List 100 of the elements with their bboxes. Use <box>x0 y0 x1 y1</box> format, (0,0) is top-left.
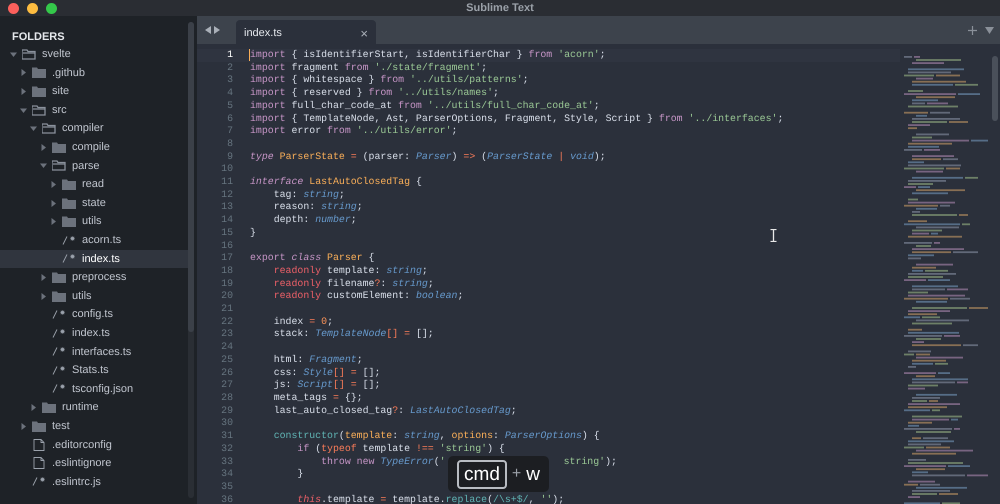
expanded-arrow-icon[interactable] <box>30 125 36 132</box>
sidebar-item[interactable]: acorn.ts <box>0 230 188 250</box>
back-icon[interactable] <box>205 26 211 34</box>
folder-name: test <box>52 418 70 434</box>
sidebar-item[interactable]: svelte <box>0 45 188 64</box>
folder-icon <box>32 67 46 78</box>
collapsed-arrow-icon[interactable] <box>40 144 46 151</box>
collapsed-arrow-icon[interactable] <box>30 404 36 412</box>
code-line: import fragment from './state/fragment'; <box>250 62 488 74</box>
folder-name: site <box>52 84 70 100</box>
sidebar-item[interactable]: config.ts <box>0 305 188 324</box>
line-number: 23 <box>220 328 233 342</box>
line-number: 34 <box>220 468 233 481</box>
sidebar-item[interactable]: .github <box>0 64 188 82</box>
line-number: 9 <box>226 150 233 164</box>
line-number: 24 <box>220 341 233 354</box>
sidebar-item[interactable]: interfaces.ts <box>0 342 188 362</box>
sidebar-item[interactable]: utils <box>0 286 188 306</box>
code-line: reason: string; <box>272 201 363 214</box>
file-name: .eslintignore <box>52 456 112 472</box>
line-number: 12 <box>220 188 233 202</box>
maximize-window-button[interactable] <box>46 2 57 14</box>
sidebar-item[interactable]: preprocess <box>0 268 188 287</box>
line-number: 27 <box>220 379 233 392</box>
folder-name: compiler <box>62 121 104 136</box>
file-name: interfaces.ts <box>72 344 132 360</box>
line-number: 17 <box>220 252 233 265</box>
code-line: stack: TemplateNode[] = []; <box>272 328 434 342</box>
sidebar-item[interactable]: compiler <box>0 119 188 138</box>
key-label: w <box>526 464 540 484</box>
line-number: 15 <box>220 226 233 240</box>
expanded-arrow-icon[interactable] <box>40 162 46 170</box>
code-file-icon <box>52 328 66 338</box>
file-name: .eslintrc.js <box>52 474 101 490</box>
sidebar-item[interactable]: index.ts <box>0 324 188 342</box>
file-name: acorn.ts <box>82 232 122 248</box>
tab-label: index.ts <box>244 26 282 41</box>
file-name: config.ts <box>72 307 113 322</box>
sidebar-item[interactable]: .editorconfig <box>0 435 188 454</box>
plus-sign: + <box>512 464 522 484</box>
folder-name: .github <box>52 66 86 81</box>
sidebar-item[interactable]: Stats.ts <box>0 361 188 380</box>
code-file-icon <box>52 384 66 394</box>
sidebar-item[interactable]: state <box>0 194 188 212</box>
forward-icon[interactable] <box>214 26 220 34</box>
folder-name: parse <box>72 158 100 174</box>
file-name: .editorconfig <box>52 438 112 453</box>
sidebar-heading: FOLDERS <box>11 30 66 45</box>
sidebar-item[interactable]: utils <box>0 212 188 231</box>
code-line: interface LastAutoClosedTag { <box>250 176 422 189</box>
minimize-window-button[interactable] <box>27 2 38 14</box>
expanded-arrow-icon[interactable] <box>20 106 26 114</box>
collapsed-arrow-icon[interactable] <box>50 180 56 188</box>
collapsed-arrow-icon[interactable] <box>50 218 56 226</box>
sidebar-item[interactable]: compile <box>0 138 188 157</box>
folder-icon <box>62 198 76 209</box>
scrollbar-thumb[interactable] <box>188 22 194 332</box>
folder-icon <box>62 216 76 228</box>
open-folder-icon <box>42 123 56 134</box>
folder-icon <box>52 272 66 283</box>
collapsed-arrow-icon[interactable] <box>20 69 26 76</box>
file-icon <box>32 457 46 470</box>
sidebar-item[interactable]: runtime <box>0 398 188 417</box>
folder-name: runtime <box>62 400 99 416</box>
text-cursor-icon <box>770 229 777 242</box>
key-label: cmd <box>457 460 507 488</box>
scrollbar-thumb[interactable] <box>992 56 998 121</box>
sidebar-item[interactable]: read <box>0 175 188 194</box>
file-icon <box>32 438 46 451</box>
code-line: readonly filename?: string; <box>272 278 434 290</box>
sidebar-item[interactable]: .eslintrc.js <box>0 472 188 492</box>
sidebar-item[interactable]: tsconfig.json <box>0 380 188 398</box>
collapsed-arrow-icon[interactable] <box>40 274 46 281</box>
expanded-arrow-icon[interactable] <box>10 50 16 58</box>
code-line: string'); <box>564 456 617 468</box>
close-window-button[interactable] <box>8 2 19 14</box>
line-number: 14 <box>220 214 233 227</box>
sidebar-item[interactable]: test <box>0 416 188 436</box>
sidebar-item[interactable]: .eslintignore <box>0 454 188 473</box>
close-tab-button[interactable]: × <box>360 26 368 40</box>
line-number: 4 <box>226 87 233 100</box>
tab[interactable]: index.ts × <box>236 20 376 44</box>
collapsed-arrow-icon[interactable] <box>20 88 26 95</box>
folder-icon <box>52 290 66 302</box>
sidebar-item[interactable]: index.ts <box>0 250 188 268</box>
collapsed-arrow-icon[interactable] <box>50 200 56 207</box>
sidebar-item[interactable]: src <box>0 100 188 120</box>
dropdown-icon[interactable] <box>985 26 994 34</box>
code-file-icon <box>32 477 46 486</box>
code-line: import { whitespace } from '../utils/patterns'; <box>250 74 529 88</box>
code-file-icon <box>62 254 76 264</box>
code-line: if (typeof template !== 'string') { <box>296 442 505 456</box>
line-number: 1 <box>226 49 233 62</box>
collapsed-arrow-icon[interactable] <box>40 292 46 300</box>
sidebar-item[interactable]: parse <box>0 156 188 176</box>
code-file-icon <box>52 310 66 320</box>
add-icon[interactable] <box>968 26 977 34</box>
sidebar-item[interactable]: site <box>0 82 188 101</box>
folder-icon <box>52 142 66 153</box>
collapsed-arrow-icon[interactable] <box>20 422 26 430</box>
